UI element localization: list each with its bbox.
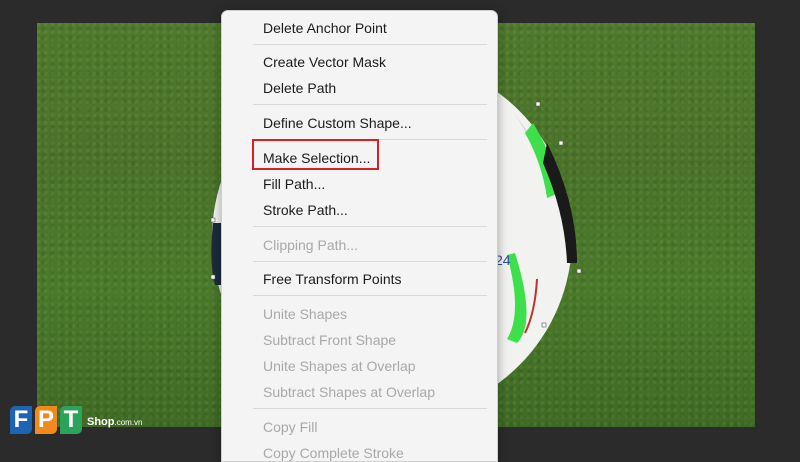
menu-item-unite-shapes: Unite Shapes xyxy=(263,306,348,322)
menu-item-subtract-shapes-at-overlap: Subtract Shapes at Overlap xyxy=(263,384,435,400)
menu-item-define-custom-shape[interactable]: Define Custom Shape... xyxy=(263,115,412,131)
menu-separator xyxy=(253,295,487,296)
menu-item-subtract-front-shape: Subtract Front Shape xyxy=(263,332,397,348)
menu-item-delete-path[interactable]: Delete Path xyxy=(263,80,336,96)
menu-item-copy-complete-stroke: Copy Complete Stroke xyxy=(263,445,404,461)
menu-item-fill-path[interactable]: Fill Path... xyxy=(263,176,325,192)
menu-separator xyxy=(253,408,487,409)
logo-shop-word: Shop xyxy=(87,416,115,428)
menu-separator xyxy=(253,226,487,227)
logo-shop-text: Shop.com.vn xyxy=(87,416,143,428)
menu-item-stroke-path[interactable]: Stroke Path... xyxy=(263,202,348,218)
context-menu: Delete Anchor Point Create Vector Mask D… xyxy=(221,10,498,462)
menu-item-clipping-path: Clipping Path... xyxy=(263,237,358,253)
logo-domain: .com.vn xyxy=(114,418,143,427)
menu-item-create-vector-mask[interactable]: Create Vector Mask xyxy=(263,54,386,70)
menu-item-unite-shapes-at-overlap: Unite Shapes at Overlap xyxy=(263,358,416,374)
menu-item-delete-anchor-point[interactable]: Delete Anchor Point xyxy=(263,20,387,36)
logo-letter-p: P xyxy=(35,406,57,434)
logo-letter-f: F xyxy=(10,406,32,434)
menu-separator xyxy=(253,44,487,45)
highlight-box-make-selection xyxy=(252,139,379,170)
menu-item-copy-fill: Copy Fill xyxy=(263,419,318,435)
menu-separator xyxy=(253,104,487,105)
menu-separator xyxy=(253,261,487,262)
logo-letter-t: T xyxy=(60,406,82,434)
menu-item-free-transform-points[interactable]: Free Transform Points xyxy=(263,271,402,287)
